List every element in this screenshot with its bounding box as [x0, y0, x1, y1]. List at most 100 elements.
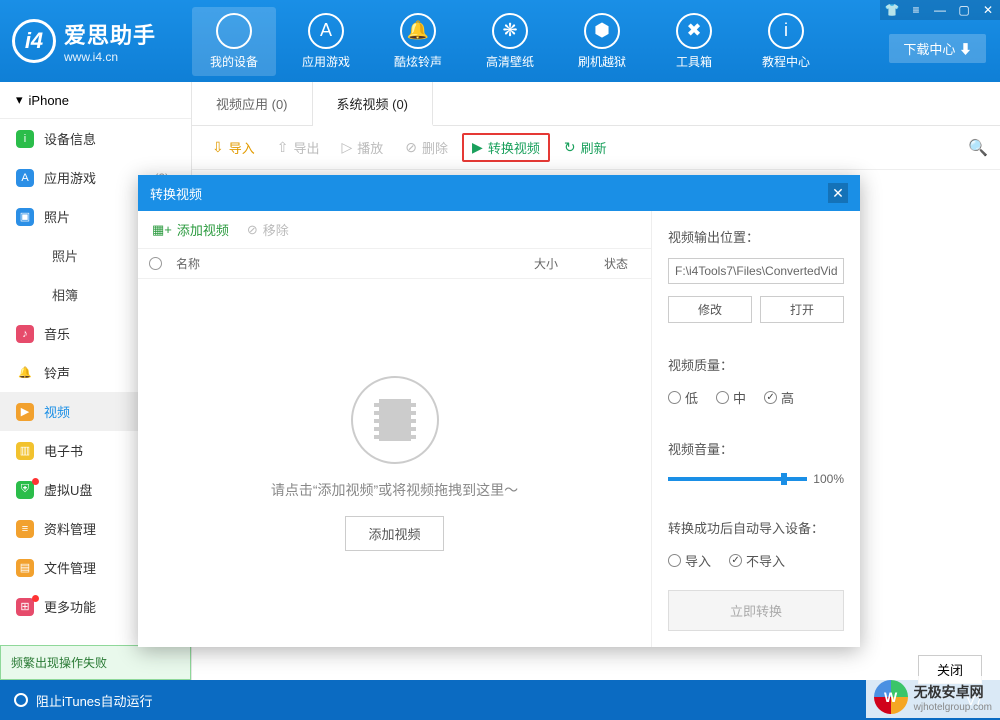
main-nav: 我的设备 A应用游戏 🔔酷炫铃声 ❋高清壁纸 ⬢刷机越狱 ✖工具箱 i教程中心	[192, 7, 1000, 76]
bell-icon: 🔔	[16, 364, 34, 382]
quality-high[interactable]: 高	[764, 388, 794, 407]
search-icon[interactable]: 🔍	[968, 138, 988, 158]
sidebar-warning[interactable]: 频繁出现操作失败	[0, 645, 191, 680]
watermark-title: 无极安卓网	[914, 682, 992, 702]
tab-video-apps[interactable]: 视频应用 (0)	[192, 82, 313, 125]
convert-now-button[interactable]: 立即转换	[668, 590, 844, 631]
film-icon	[351, 376, 439, 464]
quality-low[interactable]: 低	[668, 388, 698, 407]
shield-icon: ⛨	[16, 481, 34, 499]
dialog-header[interactable]: 转换视频 ✕	[138, 175, 860, 211]
device-selector[interactable]: ▾iPhone	[0, 82, 191, 119]
dialog-close-button[interactable]: ✕	[828, 183, 848, 203]
remove-icon: ⊘	[247, 222, 258, 238]
tools-icon: ✖	[676, 13, 712, 49]
export-button[interactable]: ⇧导出	[269, 134, 328, 161]
badge-dot	[32, 595, 39, 602]
nav-tutorials[interactable]: i教程中心	[744, 7, 828, 76]
col-size[interactable]: 大小	[511, 255, 581, 272]
delete-button[interactable]: ⊘删除	[397, 134, 456, 161]
output-path-field[interactable]: F:\i4Tools7\Files\ConvertedVid	[668, 258, 844, 284]
upload-icon: ⇧	[277, 139, 289, 156]
video-icon: ▶	[16, 403, 34, 421]
quality-mid[interactable]: 中	[716, 388, 746, 407]
badge-dot	[32, 478, 39, 485]
download-center-button[interactable]: 下载中心 ⬇	[889, 34, 986, 63]
convert-icon: ▶	[472, 139, 483, 156]
convert-video-button[interactable]: ▶转换视频	[462, 133, 550, 162]
nav-ringtones[interactable]: 🔔酷炫铃声	[376, 7, 460, 76]
nav-flash[interactable]: ⬢刷机越狱	[560, 7, 644, 76]
brand-url: www.i4.cn	[64, 50, 156, 64]
nav-apps[interactable]: A应用游戏	[284, 7, 368, 76]
nav-toolbox[interactable]: ✖工具箱	[652, 7, 736, 76]
convert-video-dialog: 转换视频 ✕ ▦+添加视频 ⊘移除 名称 大小 状态 请点击“添加视频”或将视频…	[138, 175, 860, 647]
apps-icon: A	[16, 169, 34, 187]
maximize-button[interactable]: ▢	[952, 0, 976, 20]
music-icon: ♪	[16, 325, 34, 343]
sidebar-item-device-info[interactable]: i设备信息	[0, 119, 191, 158]
grid-icon: ⊞	[16, 598, 34, 616]
empty-hint: 请点击“添加视频”或将视频拖拽到这里～	[271, 480, 518, 500]
watermark-logo-icon: W	[874, 680, 908, 714]
video-list-panel: ▦+添加视频 ⊘移除 名称 大小 状态 请点击“添加视频”或将视频拖拽到这里～ …	[138, 211, 652, 647]
itunes-block-label[interactable]: 阻止iTunes自动运行	[36, 691, 153, 710]
minimize-button[interactable]: —	[928, 0, 952, 20]
volume-value: 100%	[813, 472, 844, 486]
bell-icon: 🔔	[400, 13, 436, 49]
remove-button: ⊘移除	[247, 220, 289, 239]
refresh-icon: ↻	[564, 139, 576, 156]
toolbar: ⇩导入 ⇧导出 ▷播放 ⊘删除 ▶转换视频 ↻刷新 🔍	[192, 126, 1000, 170]
modify-path-button[interactable]: 修改	[668, 296, 752, 323]
flower-icon: ❋	[492, 13, 528, 49]
list-header: 名称 大小 状态	[138, 249, 651, 279]
cube-icon: ⬢	[584, 13, 620, 49]
image-icon: ▣	[16, 208, 34, 226]
shirt-icon[interactable]: 👕	[880, 0, 904, 20]
list-icon: ≡	[16, 520, 34, 538]
watermark: W 无极安卓网 wjhotelgroup.com	[866, 676, 1000, 718]
dialog-title: 转换视频	[150, 184, 202, 203]
settings-panel: 视频输出位置： F:\i4Tools7\Files\ConvertedVid 修…	[652, 211, 860, 647]
auto-import-radio-group: 导入 不导入	[668, 551, 844, 570]
empty-state: 请点击“添加视频”或将视频拖拽到这里～ 添加视频	[138, 279, 651, 647]
output-path-label: 视频输出位置：	[668, 227, 844, 246]
tab-system-videos[interactable]: 系统视频 (0)	[313, 82, 434, 126]
window-controls: 👕 ≡ — ▢ ✕	[880, 0, 1000, 20]
quality-radio-group: 低 中 高	[668, 388, 844, 407]
book-icon: ▥	[16, 442, 34, 460]
auto-import-label: 转换成功后自动导入设备：	[668, 518, 844, 537]
add-video-button[interactable]: ▦+添加视频	[152, 220, 229, 239]
volume-label: 视频音量：	[668, 439, 844, 458]
checkbox-all[interactable]	[149, 257, 162, 270]
delete-icon: ⊘	[405, 139, 417, 156]
folder-icon: ▤	[16, 559, 34, 577]
quality-label: 视频质量：	[668, 355, 844, 374]
info-icon: i	[768, 13, 804, 49]
menu-button[interactable]: ≡	[904, 0, 928, 20]
plus-icon: ▦+	[152, 222, 172, 238]
download-icon: ⇩	[212, 139, 224, 156]
col-status[interactable]: 状态	[581, 255, 651, 272]
col-name[interactable]: 名称	[172, 255, 511, 272]
slider-thumb[interactable]	[781, 473, 787, 485]
nav-wallpaper[interactable]: ❋高清壁纸	[468, 7, 552, 76]
auto-import-no[interactable]: 不导入	[729, 551, 785, 570]
close-window-button[interactable]: ✕	[976, 0, 1000, 20]
refresh-button[interactable]: ↻刷新	[556, 134, 615, 161]
apple-icon	[216, 13, 252, 49]
volume-slider[interactable]: 100%	[668, 472, 844, 486]
auto-import-yes[interactable]: 导入	[668, 551, 711, 570]
watermark-url: wjhotelgroup.com	[914, 702, 992, 713]
status-ring-icon	[14, 693, 28, 707]
chevron-down-icon: ▾	[16, 92, 23, 108]
play-button[interactable]: ▷播放	[334, 134, 392, 161]
nav-my-device[interactable]: 我的设备	[192, 7, 276, 76]
play-icon: ▷	[342, 139, 353, 156]
apps-icon: A	[308, 13, 344, 49]
open-path-button[interactable]: 打开	[760, 296, 844, 323]
add-video-center-button[interactable]: 添加视频	[345, 516, 443, 551]
brand-logo: i4 爱思助手 www.i4.cn	[0, 18, 192, 64]
import-button[interactable]: ⇩导入	[204, 134, 263, 161]
tab-bar: 视频应用 (0) 系统视频 (0)	[192, 82, 1000, 126]
